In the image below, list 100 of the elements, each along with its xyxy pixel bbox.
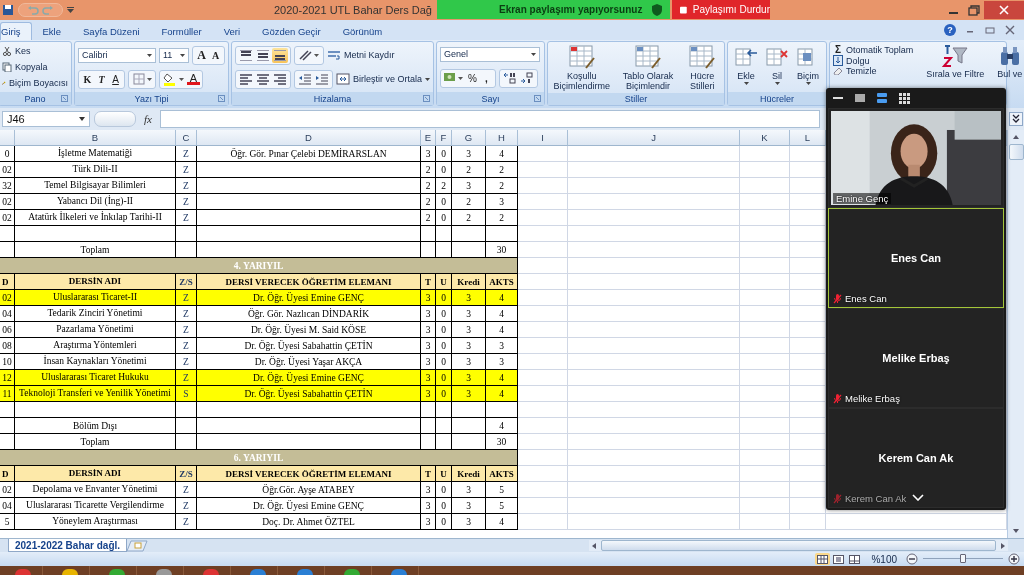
zoom-out-icon[interactable] <box>906 553 918 565</box>
stop-share-button[interactable]: Paylaşımı Durdur <box>672 0 770 19</box>
wrap-text-icon <box>327 49 341 61</box>
layout-button[interactable] <box>896 91 912 105</box>
column-header[interactable]: G <box>452 130 486 146</box>
column-header[interactable]: E <box>421 130 436 146</box>
ribbon-tab[interactable]: Gözden Geçir <box>251 22 332 40</box>
ribbon-tab[interactable]: Veri <box>212 22 252 40</box>
save-icon[interactable] <box>2 4 14 16</box>
increase-indent-icon[interactable] <box>314 72 330 86</box>
section-header: 4. YARIYIL <box>0 258 518 274</box>
restore-icon[interactable] <box>984 25 996 35</box>
merge-center-button[interactable]: Birleştir ve Ortala <box>336 73 431 85</box>
italic-button[interactable]: T <box>95 71 108 87</box>
expand-icon[interactable] <box>1009 112 1023 126</box>
column-header[interactable]: J <box>568 130 740 146</box>
ribbon-tab[interactable]: Formüller <box>150 22 213 40</box>
style-button[interactable]: Hücre Stilleri <box>682 44 723 91</box>
help-button[interactable]: ? <box>944 24 956 36</box>
slider-thumb[interactable] <box>960 554 966 563</box>
ribbon-tab[interactable]: Giriş <box>0 22 32 40</box>
sort-filter-button[interactable]: Sırala ve Filtre <box>917 44 994 79</box>
sheet-tab[interactable]: 2021-2022 Bahar dağl. <box>8 539 128 552</box>
table-cell <box>518 162 568 178</box>
format-painter-button[interactable]: Biçim Boyacısı <box>2 78 68 88</box>
font-color-button[interactable]: A <box>187 73 200 85</box>
name-box[interactable]: J46 <box>2 111 90 127</box>
underline-button[interactable]: A <box>109 71 122 87</box>
dialog-launcher-icon[interactable] <box>218 95 225 102</box>
formula-bar-handle[interactable] <box>94 111 136 127</box>
vertical-align-button[interactable] <box>255 47 271 63</box>
decrease-decimal-icon[interactable] <box>519 71 535 85</box>
bold-button[interactable]: K <box>81 71 94 87</box>
column-header[interactable]: K <box>740 130 790 146</box>
fill-color-icon[interactable] <box>162 72 186 86</box>
clear-button[interactable]: Temizle <box>833 66 877 76</box>
column-header[interactable]: C <box>176 130 197 146</box>
copy-button[interactable]: Kopyala <box>2 62 68 72</box>
shrink-font-button[interactable]: A <box>209 47 222 63</box>
layout-button[interactable] <box>874 91 890 105</box>
cut-button[interactable]: Kes <box>2 46 68 56</box>
align-right-icon[interactable] <box>272 72 288 86</box>
table-cell: Araştırma Yöntemleri <box>15 338 176 354</box>
percent-button[interactable]: % <box>466 70 479 86</box>
column-header[interactable]: D <box>197 130 421 146</box>
align-left-icon[interactable] <box>238 72 254 86</box>
insert-function-button[interactable]: fx <box>140 113 156 125</box>
table-cell: Kredi <box>452 274 486 290</box>
table-cell: 0 <box>436 338 452 354</box>
column-header[interactable]: H <box>486 130 518 146</box>
find-button[interactable]: Bul ve <box>997 44 1023 79</box>
align-center-icon[interactable] <box>255 72 271 86</box>
view-button[interactable] <box>815 553 831 565</box>
column-header[interactable]: F <box>436 130 452 146</box>
dialog-launcher-icon[interactable] <box>423 95 430 102</box>
table-cell <box>518 290 568 306</box>
font-size-field[interactable]: 11 <box>159 47 189 63</box>
taskbar-icon[interactable] <box>156 569 172 575</box>
horizontal-scrollbar[interactable] <box>589 540 1008 551</box>
decrease-indent-icon[interactable] <box>297 72 313 86</box>
close-button[interactable] <box>984 1 1024 19</box>
increase-decimal-icon[interactable] <box>502 71 518 85</box>
ribbon-tab[interactable]: Sayfa Düzeni <box>72 22 151 40</box>
text-orientation-icon[interactable] <box>297 48 321 62</box>
autosum-button[interactable]: Σ Otomatik Toplam <box>833 44 914 55</box>
view-button[interactable] <box>847 553 863 565</box>
style-button[interactable]: Tablo Olarak Biçimlendir <box>616 44 680 91</box>
vertical-align-button[interactable] <box>238 47 254 63</box>
grow-font-button[interactable]: A <box>195 47 208 63</box>
ribbon-tab[interactable]: Ekle <box>31 22 72 40</box>
comma-button[interactable]: , <box>480 70 493 86</box>
vertical-align-button[interactable] <box>272 47 288 63</box>
taskbar-icon[interactable] <box>62 569 78 575</box>
chevron-down-icon[interactable] <box>912 494 924 501</box>
zoom-in-icon[interactable] <box>1008 553 1020 565</box>
dialog-launcher-icon[interactable] <box>61 95 68 102</box>
scroll-thumb[interactable] <box>1008 144 1024 160</box>
column-header[interactable]: I <box>518 130 568 146</box>
view-button[interactable] <box>831 553 847 565</box>
layout-button[interactable] <box>852 91 868 105</box>
wrap-text-button[interactable]: Metni Kaydır <box>327 49 395 61</box>
formula-field[interactable] <box>159 110 820 128</box>
number-format-field[interactable]: Genel <box>440 46 540 62</box>
dialog-launcher-icon[interactable] <box>534 95 541 102</box>
table-cell: Bölüm Dışı <box>15 418 176 434</box>
taskbar-icon[interactable] <box>344 569 360 575</box>
ribbon-tab[interactable]: Görünüm <box>331 22 394 40</box>
zoom-level[interactable]: %100 <box>867 553 901 565</box>
customize-caret-icon[interactable] <box>67 7 74 13</box>
column-header[interactable]: B <box>15 130 176 146</box>
font-name-field[interactable]: Calibri <box>78 47 156 63</box>
cells-button[interactable]: Biçim <box>795 44 821 85</box>
cells-button[interactable]: Ekle <box>733 44 759 85</box>
cells-button[interactable]: Sil <box>764 44 790 85</box>
style-button[interactable]: Koşullu Biçimlendirme <box>549 44 614 91</box>
zoom-slider[interactable] <box>923 553 1003 565</box>
borders-icon[interactable] <box>131 72 153 86</box>
taskbar-icon[interactable] <box>109 569 125 575</box>
close-icon[interactable] <box>1004 25 1016 35</box>
fill-button[interactable]: Dolgu <box>833 55 870 66</box>
